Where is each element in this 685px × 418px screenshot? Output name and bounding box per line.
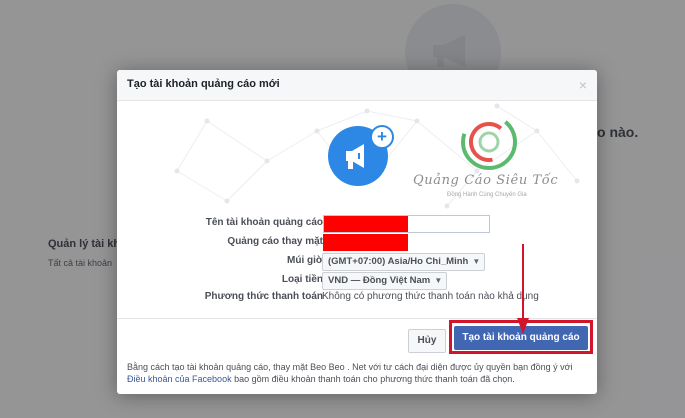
dialog-header: Tạo tài khoản quảng cáo mới × bbox=[117, 70, 597, 101]
currency-label: Loại tiền bbox=[281, 274, 323, 285]
on-behalf-label: Quảng cáo thay mặt bbox=[227, 236, 323, 247]
redaction-mask bbox=[324, 216, 408, 232]
arrow-down-icon bbox=[517, 244, 529, 334]
cancel-button[interactable]: Hủy bbox=[408, 329, 446, 353]
account-name-input[interactable] bbox=[323, 215, 490, 233]
chevron-down-icon: ▼ bbox=[472, 257, 481, 266]
chevron-down-icon: ▼ bbox=[434, 276, 443, 285]
plus-icon: + bbox=[370, 125, 394, 149]
payment-value: Không có phương thức thanh toán nào khả … bbox=[322, 291, 539, 302]
currency-select[interactable]: VND — Đồng Việt Nam ▼ bbox=[322, 272, 448, 290]
terms-text-2: bao gồm điều khoản thanh toán cho phương… bbox=[231, 374, 515, 384]
timezone-value: (GMT+07:00) Asia/Ho Chi_Minh bbox=[328, 256, 469, 267]
timezone-label: Múi giờ bbox=[287, 255, 323, 266]
terms-text-1: Bằng cách tạo tài khoản quảng cáo, thay … bbox=[127, 362, 573, 372]
on-behalf-redaction-mask bbox=[323, 234, 408, 251]
brand-slogan: Đồng Hành Cùng Chuyên Gia bbox=[447, 192, 527, 198]
create-ad-account-dialog: Tạo tài khoản quảng cáo mới × + Quảng Cá… bbox=[117, 70, 597, 394]
payment-label: Phương thức thanh toán bbox=[204, 291, 323, 302]
brand-name: Quảng Cáo Siêu Tốc bbox=[413, 173, 559, 188]
brand-logo-icon bbox=[461, 114, 517, 170]
form-row-account-name: Tên tài khoản quảng cáo bbox=[117, 215, 597, 233]
terms-note: Bằng cách tạo tài khoản quảng cáo, thay … bbox=[127, 361, 591, 385]
account-name-label: Tên tài khoản quảng cáo bbox=[205, 217, 323, 228]
close-icon[interactable]: × bbox=[579, 78, 587, 92]
timezone-select[interactable]: (GMT+07:00) Asia/Ho Chi_Minh ▼ bbox=[322, 253, 486, 271]
currency-value: VND — Đồng Việt Nam bbox=[328, 275, 431, 286]
dialog-title: Tạo tài khoản quảng cáo mới bbox=[127, 78, 280, 90]
facebook-terms-link[interactable]: Điều khoản của Facebook bbox=[127, 374, 232, 384]
